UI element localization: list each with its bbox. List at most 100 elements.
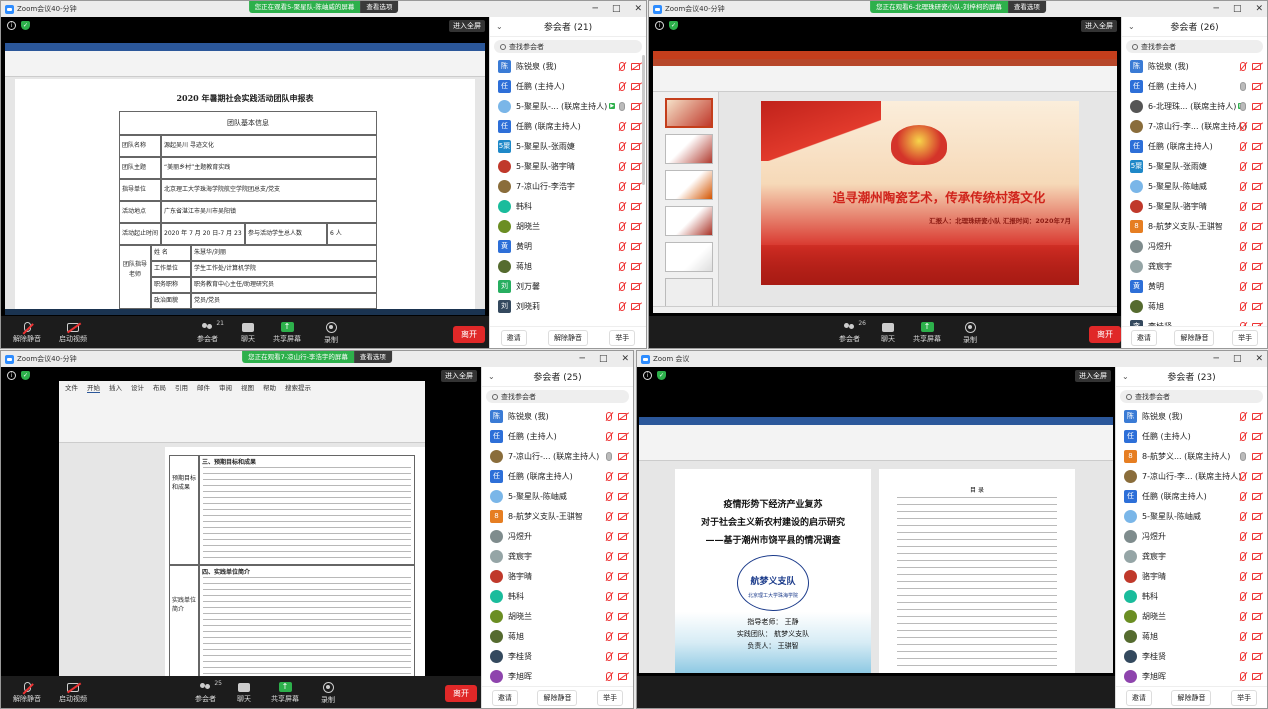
slide-thumbnail[interactable] xyxy=(665,242,713,272)
invite-button[interactable]: 邀请 xyxy=(500,329,527,346)
participant-row[interactable]: 胡晓兰 xyxy=(1116,606,1267,626)
invite-button[interactable]: 邀请 xyxy=(1130,329,1157,346)
participant-row[interactable]: 胡晓兰 xyxy=(482,606,633,626)
participant-row[interactable]: 5-聚星队-陈岫威 xyxy=(482,486,633,506)
microphone-muted-icon[interactable] xyxy=(1240,411,1246,421)
microphone-icon[interactable] xyxy=(1240,81,1246,91)
fullscreen-button[interactable]: 进入全屏 xyxy=(441,370,477,382)
unmute-all-button[interactable]: 解除静音 xyxy=(537,689,578,706)
shield-icon[interactable]: ✓ xyxy=(669,20,678,30)
participant-row[interactable]: 5-聚星队-陈岫威 xyxy=(1122,176,1267,196)
maximize-icon[interactable]: □ xyxy=(1233,1,1242,17)
microphone-muted-icon[interactable] xyxy=(619,241,625,251)
microphone-muted-icon[interactable] xyxy=(606,511,612,521)
microphone-muted-icon[interactable] xyxy=(1240,511,1246,521)
microphone-muted-icon[interactable] xyxy=(1240,431,1246,441)
slide-thumbnail[interactable] xyxy=(665,278,713,308)
chat-button[interactable]: 聊天 xyxy=(881,322,895,344)
search-participants-input[interactable]: 查找参会者 xyxy=(1120,390,1263,403)
unmute-button[interactable]: 解除静音 xyxy=(13,682,41,704)
search-participants-input[interactable]: 查找参会者 xyxy=(486,390,629,403)
invite-button[interactable]: 邀请 xyxy=(491,689,518,706)
participant-row[interactable]: 冯煜升 xyxy=(1116,526,1267,546)
participant-row[interactable]: 任任鹏 (联席主持人) xyxy=(490,116,646,136)
participant-row[interactable]: 龚宸宇 xyxy=(1116,546,1267,566)
maximize-icon[interactable]: □ xyxy=(612,1,621,17)
participant-row[interactable]: 骆宇晴 xyxy=(1116,566,1267,586)
participant-row[interactable]: 任任鹏 (联席主持人) xyxy=(1116,486,1267,506)
participant-row[interactable]: 8 8-航梦义支队-王骐智 xyxy=(1122,216,1267,236)
close-icon[interactable]: ✕ xyxy=(1255,1,1263,17)
menu-item[interactable]: 帮助 xyxy=(263,382,276,392)
participant-row[interactable]: 冯煜升 xyxy=(1122,236,1267,256)
microphone-muted-icon[interactable] xyxy=(1240,551,1246,561)
participant-row[interactable]: 5-聚星队-... (联席主持人) ▶ xyxy=(490,96,646,116)
menu-item[interactable]: 设计 xyxy=(131,382,144,392)
participant-row[interactable]: 李旭晖 xyxy=(1116,666,1267,686)
microphone-muted-icon[interactable] xyxy=(619,161,625,171)
unmute-all-button[interactable]: 解除静音 xyxy=(1174,329,1215,346)
microphone-muted-icon[interactable] xyxy=(1240,241,1246,251)
microphone-muted-icon[interactable] xyxy=(1240,221,1246,231)
participant-row[interactable]: 5-聚星队-骆宇晴 xyxy=(1122,196,1267,216)
participant-row[interactable]: 骆宇晴 xyxy=(482,566,633,586)
participant-row[interactable]: 任任鹏 (联席主持人) xyxy=(482,466,633,486)
microphone-muted-icon[interactable] xyxy=(619,141,625,151)
participant-row[interactable]: 蒋旭 xyxy=(1116,626,1267,646)
raise-hand-button[interactable]: 举手 xyxy=(609,329,636,346)
participant-row[interactable]: 陈陈锐泉 (我) xyxy=(1116,406,1267,426)
microphone-muted-icon[interactable] xyxy=(1240,281,1246,291)
slide-thumbnail[interactable] xyxy=(665,206,713,236)
collapse-chevron-icon[interactable]: ⌄ xyxy=(496,22,503,31)
raise-hand-button[interactable]: 举手 xyxy=(597,689,624,706)
microphone-muted-icon[interactable] xyxy=(1240,181,1246,191)
search-participants-input[interactable]: 查找参会者 xyxy=(494,40,642,53)
microphone-muted-icon[interactable] xyxy=(619,301,625,311)
participant-row[interactable]: 5-聚星队-陈岫威 xyxy=(1116,506,1267,526)
microphone-muted-icon[interactable] xyxy=(606,411,612,421)
participant-row[interactable]: 胡晓兰 xyxy=(490,216,646,236)
invite-button[interactable]: 邀请 xyxy=(1125,689,1152,706)
microphone-muted-icon[interactable] xyxy=(606,531,612,541)
microphone-muted-icon[interactable] xyxy=(606,611,612,621)
microphone-muted-icon[interactable] xyxy=(619,181,625,191)
participant-row[interactable]: 蒋旭 xyxy=(1122,296,1267,316)
microphone-muted-icon[interactable] xyxy=(619,81,625,91)
microphone-muted-icon[interactable] xyxy=(1240,161,1246,171)
participant-row[interactable]: 5聚 5-聚星队-张雨婕 xyxy=(1122,156,1267,176)
participant-row[interactable]: 7-凉山行-李... (联席主持人) xyxy=(1116,466,1267,486)
participant-row[interactable]: 陈陈锐泉 (我) xyxy=(1122,56,1267,76)
menu-item[interactable]: 布局 xyxy=(153,382,166,392)
microphone-muted-icon[interactable] xyxy=(606,551,612,561)
view-options-button[interactable]: 查看选项 xyxy=(1007,1,1046,13)
participant-row[interactable]: 陈陈锐泉 (我) xyxy=(482,406,633,426)
microphone-muted-icon[interactable] xyxy=(619,61,625,71)
participant-row[interactable]: 7-凉山行-... (联席主持人) xyxy=(482,446,633,466)
microphone-muted-icon[interactable] xyxy=(1240,591,1246,601)
participant-row[interactable]: 7-凉山行-李浩宇 xyxy=(490,176,646,196)
collapse-chevron-icon[interactable]: ⌄ xyxy=(488,372,495,381)
record-button[interactable]: 录制 xyxy=(321,681,335,705)
microphone-icon[interactable] xyxy=(1240,101,1246,111)
participant-row[interactable]: 任任鹏 (联席主持人) xyxy=(1122,136,1267,156)
search-participants-input[interactable]: 查找参会者 xyxy=(1126,40,1263,53)
minimize-icon[interactable]: ─ xyxy=(1214,351,1219,367)
participant-row[interactable]: 韩科 xyxy=(490,196,646,216)
chat-button[interactable]: 聊天 xyxy=(237,682,251,704)
participant-row[interactable]: 蒋旭 xyxy=(482,626,633,646)
microphone-muted-icon[interactable] xyxy=(606,651,612,661)
participant-row[interactable]: 刘刘万馨 xyxy=(490,276,646,296)
unmute-button[interactable]: 解除静音 xyxy=(13,322,41,344)
leave-button[interactable]: 离开 xyxy=(453,326,485,343)
collapse-chevron-icon[interactable]: ⌄ xyxy=(1128,22,1135,31)
microphone-icon[interactable] xyxy=(606,451,612,461)
slide-thumbnail[interactable] xyxy=(665,98,713,128)
microphone-muted-icon[interactable] xyxy=(1240,471,1246,481)
unmute-all-button[interactable]: 解除静音 xyxy=(547,329,588,346)
record-button[interactable]: 录制 xyxy=(963,321,977,345)
leave-button[interactable]: 离开 xyxy=(445,685,477,702)
participant-row[interactable]: 5聚 5-聚星队-张雨婕 xyxy=(490,136,646,156)
participant-row[interactable]: 韩科 xyxy=(1116,586,1267,606)
participant-row[interactable]: 李旭晖 xyxy=(482,666,633,686)
chat-button[interactable]: 聊天 xyxy=(241,322,255,344)
